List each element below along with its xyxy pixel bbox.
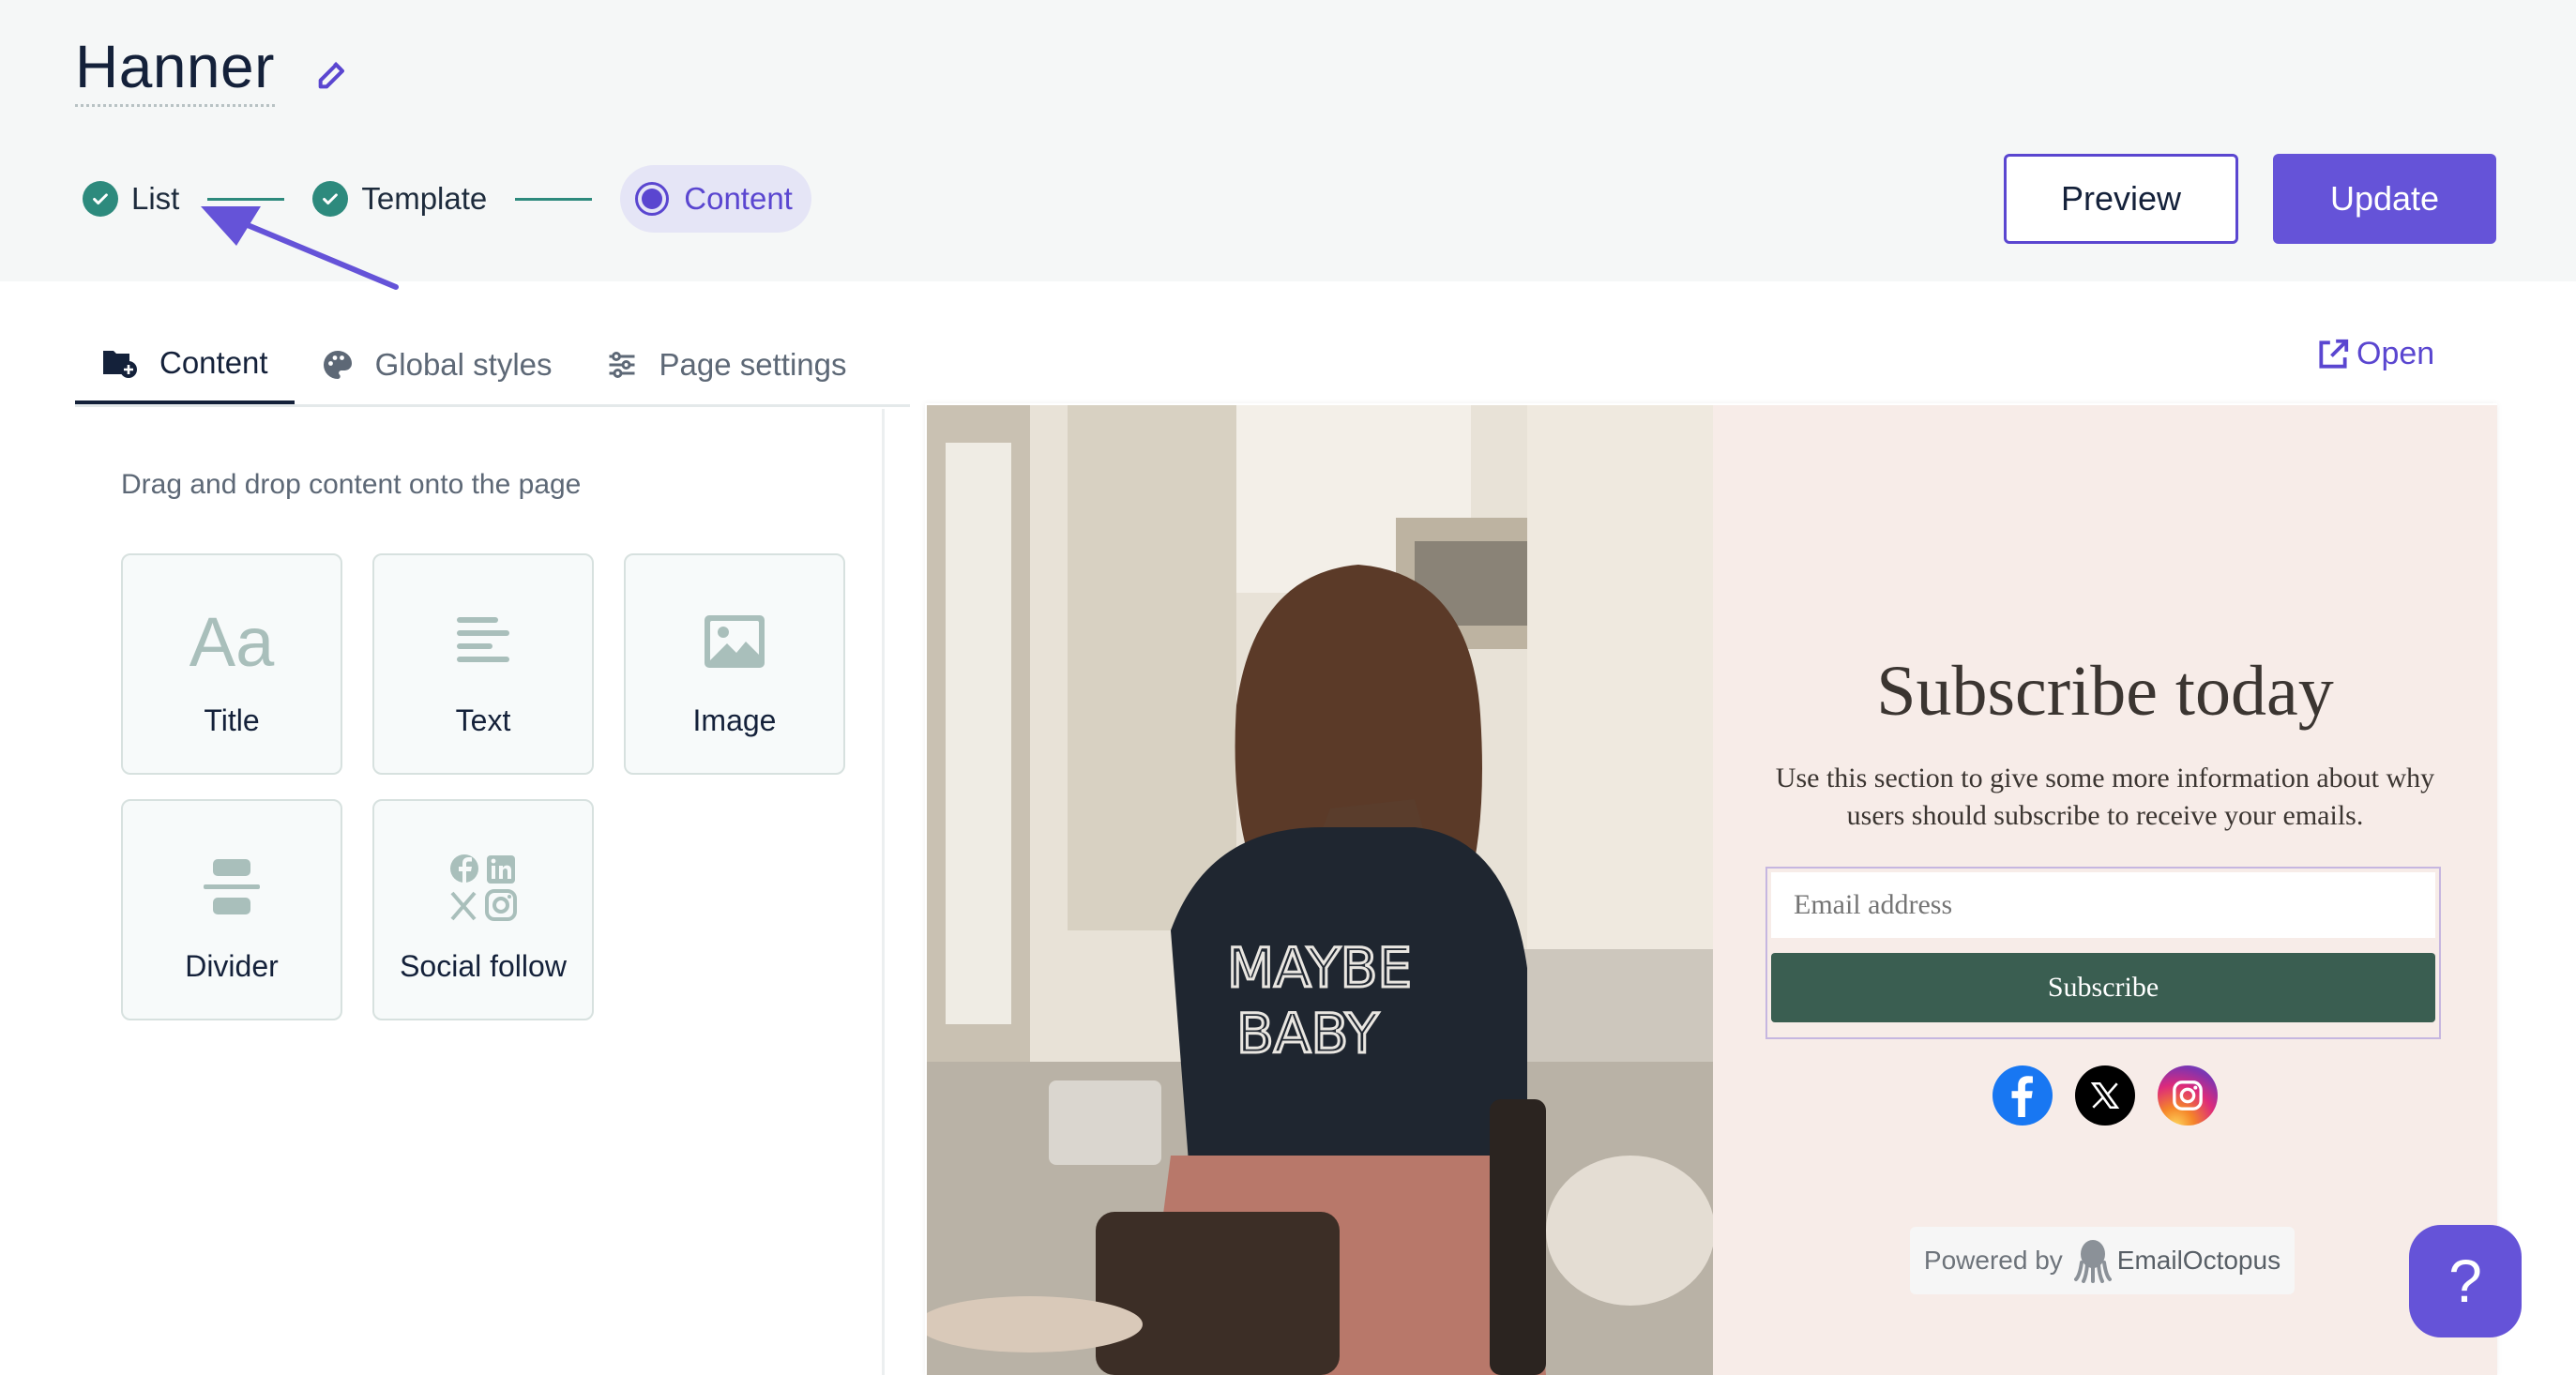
x-icon[interactable] xyxy=(2075,1065,2135,1126)
block-title[interactable]: Aa Title xyxy=(121,553,342,775)
title-area: Hanner xyxy=(75,35,352,108)
image-icon xyxy=(703,597,766,687)
step-label: Content xyxy=(684,181,793,216)
sidebar-divider xyxy=(882,409,885,1375)
tab-global-styles[interactable]: Global styles xyxy=(295,325,579,404)
subscribe-panel: Subscribe today Use this section to give… xyxy=(1713,405,2497,1375)
text-lines-icon xyxy=(455,597,511,687)
step-connector xyxy=(515,197,593,201)
open-link[interactable]: Open xyxy=(2315,336,2434,372)
external-link-icon xyxy=(2319,339,2349,369)
social-links xyxy=(1713,1065,2497,1126)
open-label: Open xyxy=(2356,336,2435,371)
preview-button[interactable]: Preview xyxy=(2004,154,2238,244)
block-divider[interactable]: Divider xyxy=(121,799,342,1020)
help-button[interactable]: ? xyxy=(2409,1225,2522,1337)
step-label: List xyxy=(131,181,180,216)
tab-content[interactable]: Content xyxy=(75,325,295,404)
tab-page-settings[interactable]: Page settings xyxy=(579,325,873,404)
drag-hint: Drag and drop content onto the page xyxy=(121,469,582,500)
social-icons-icon xyxy=(446,842,521,932)
tab-label: Global styles xyxy=(374,346,553,382)
brand-name: EmailOctopus xyxy=(2116,1246,2281,1275)
edit-icon[interactable] xyxy=(314,55,352,93)
annotation-arrow xyxy=(201,206,399,290)
email-field[interactable] xyxy=(1771,872,2435,938)
tab-label: Content xyxy=(159,344,268,380)
block-label: Image xyxy=(692,703,777,737)
step-content[interactable]: Content xyxy=(620,165,811,233)
subscribe-description: Use this section to give some more infor… xyxy=(1775,763,2435,831)
tab-label: Page settings xyxy=(659,346,847,382)
hero-photo: MAYBE BABY xyxy=(927,405,1713,1375)
step-list[interactable]: List xyxy=(83,181,179,217)
subscribe-button[interactable]: Subscribe xyxy=(1771,953,2435,1022)
block-image[interactable]: Image xyxy=(624,553,845,775)
subscribe-heading: Subscribe today xyxy=(1876,652,2334,731)
octopus-logo-icon xyxy=(2073,1240,2112,1283)
subscribe-form: Subscribe xyxy=(1765,867,2441,1039)
block-label: Social follow xyxy=(400,949,567,983)
block-social-follow[interactable]: Social follow xyxy=(372,799,594,1020)
block-label: Title xyxy=(204,703,260,737)
sliders-icon xyxy=(605,348,639,382)
powered-by-label: Powered by xyxy=(1923,1246,2063,1275)
svg-text:BABY: BABY xyxy=(1236,1002,1379,1065)
update-button[interactable]: Update xyxy=(2273,154,2496,244)
page-title[interactable]: Hanner xyxy=(75,35,275,108)
svg-text:MAYBE: MAYBE xyxy=(1227,936,1412,1000)
editor-tabs: Content Global styles Page settings xyxy=(75,325,910,407)
powered-by-badge[interactable]: Powered by EmailOctopus xyxy=(1910,1227,2295,1294)
block-label: Text xyxy=(455,703,511,737)
palette-icon xyxy=(321,348,355,382)
content-add-icon xyxy=(101,347,139,379)
instagram-icon[interactable] xyxy=(2158,1065,2218,1126)
block-text[interactable]: Text xyxy=(372,553,594,775)
check-icon xyxy=(83,181,118,217)
radio-active-icon xyxy=(635,182,670,216)
facebook-icon[interactable] xyxy=(1993,1065,2053,1126)
divider-icon xyxy=(204,842,260,932)
block-label: Divider xyxy=(185,949,279,983)
title-aa-icon: Aa xyxy=(189,602,275,681)
